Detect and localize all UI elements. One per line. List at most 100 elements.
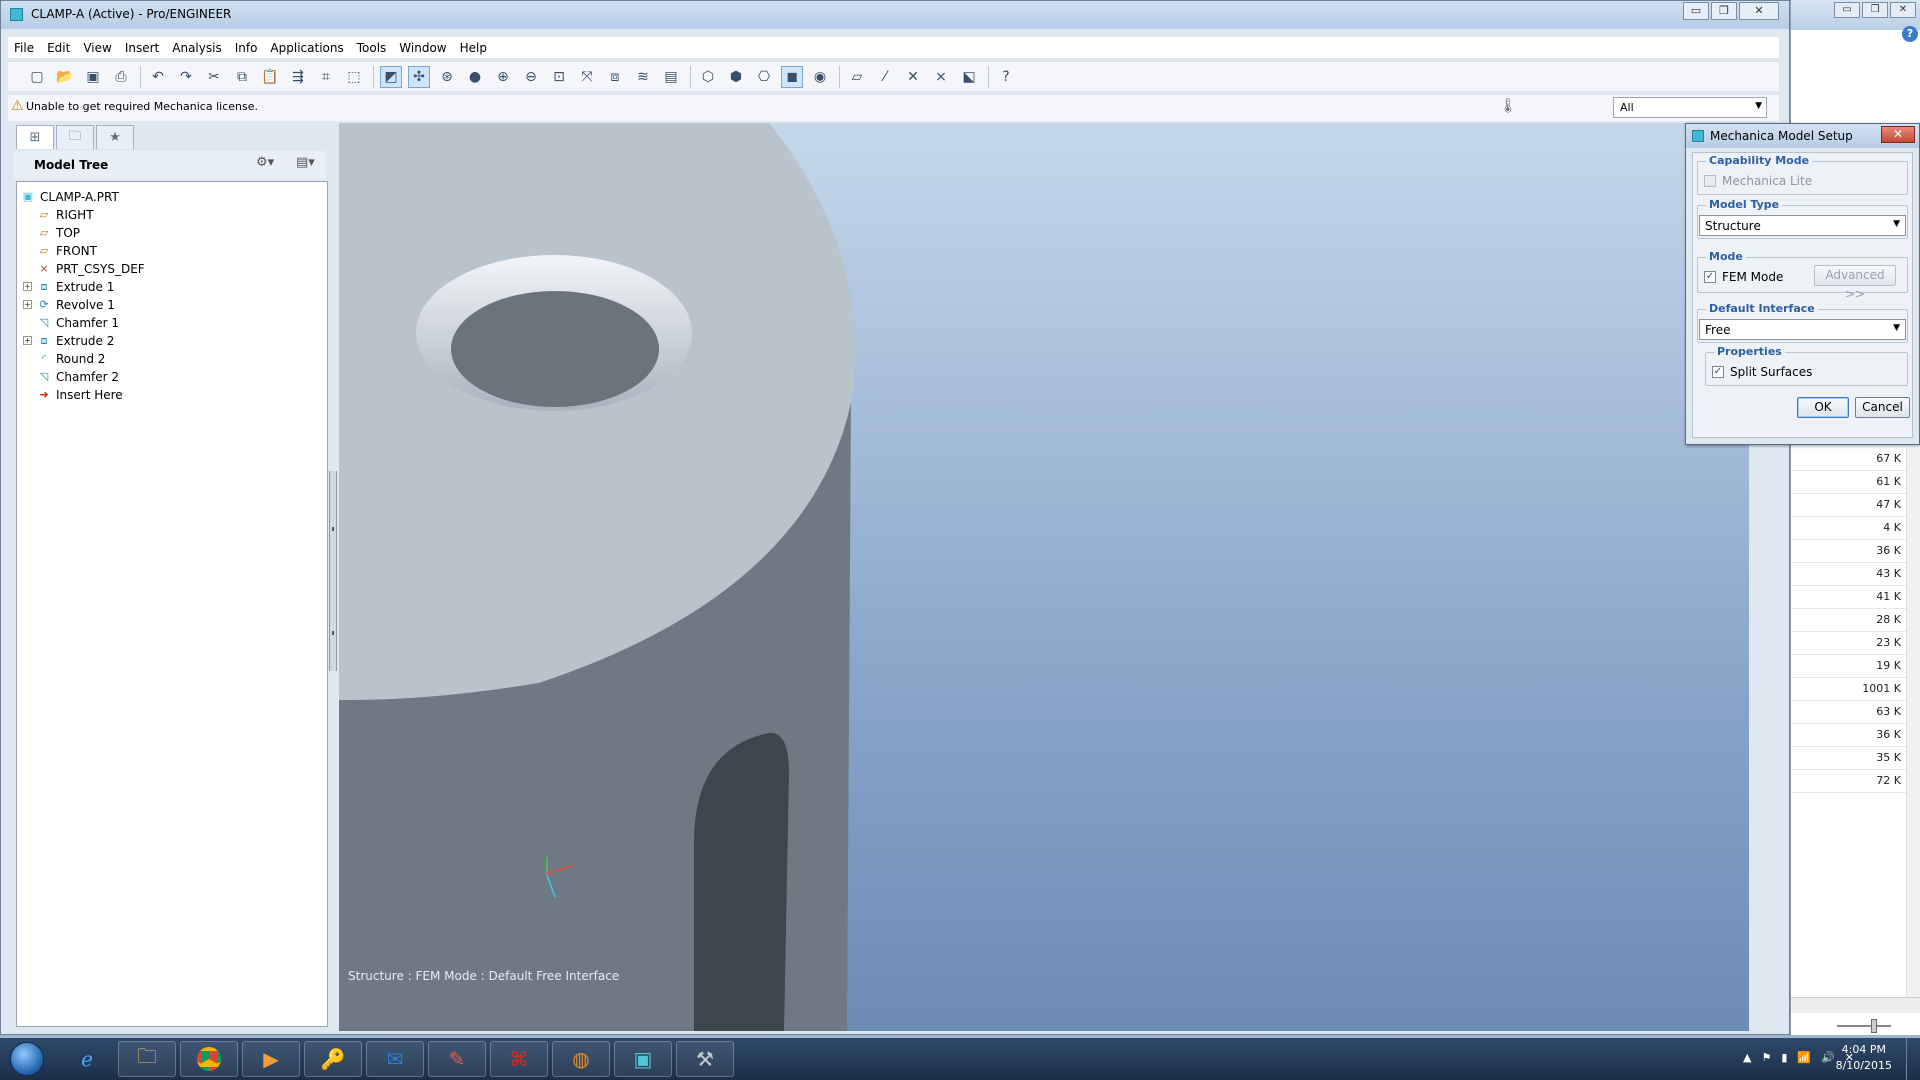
zoom-out-icon[interactable]: ⊖ — [520, 66, 542, 88]
background-hscrollbar[interactable] — [1791, 997, 1920, 1013]
new-icon[interactable]: ▢ — [26, 66, 48, 88]
list-item[interactable]: 61 K — [1791, 471, 1907, 494]
datum-axes-icon[interactable]: ⁄ — [874, 66, 896, 88]
expand-icon[interactable]: + — [23, 336, 32, 345]
expand-icon[interactable]: + — [23, 300, 32, 309]
list-item[interactable]: 35 K — [1791, 747, 1907, 770]
shading-icon[interactable]: ● — [464, 66, 486, 88]
ok-button[interactable]: OK — [1797, 397, 1849, 418]
start-button[interactable] — [2, 1039, 52, 1079]
list-item[interactable]: 1001 K — [1791, 678, 1907, 701]
no-hidden-icon[interactable]: ⎔ — [753, 66, 775, 88]
battery-icon[interactable]: ▮ — [1781, 1051, 1787, 1064]
list-item[interactable]: 47 K — [1791, 494, 1907, 517]
tree-item[interactable]: + ⧈ Extrude 1 — [23, 278, 114, 295]
menu-info[interactable]: Info — [235, 41, 258, 55]
paste-icon[interactable]: 📋 — [259, 66, 281, 88]
fem-mode-checkbox[interactable]: ✓ FEM Mode — [1704, 270, 1783, 284]
tree-item[interactable]: ⨯ PRT_CSYS_DEF — [37, 260, 144, 277]
list-item[interactable]: 41 K — [1791, 586, 1907, 609]
keys-icon[interactable]: 🔑 — [304, 1041, 362, 1077]
cut-icon[interactable]: ✂ — [203, 66, 225, 88]
volume-icon[interactable]: 🔊 — [1821, 1051, 1835, 1064]
system-clock[interactable]: 4:04 PM 8/10/2015 — [1836, 1042, 1892, 1074]
close-button[interactable]: ✕ — [1739, 2, 1779, 20]
acrobat-icon[interactable]: ⌘ — [490, 1041, 548, 1077]
tab-model-tree[interactable]: ⊞ — [16, 125, 54, 149]
menu-help[interactable]: Help — [460, 41, 487, 55]
list-item[interactable]: 67 K — [1791, 448, 1907, 471]
tree-item[interactable]: ◹ Chamfer 1 — [37, 314, 119, 331]
menu-view[interactable]: View — [83, 41, 111, 55]
tree-item[interactable]: ▱ FRONT — [37, 242, 97, 259]
tree-item[interactable]: ◹ Chamfer 2 — [37, 368, 119, 385]
datum-display-icon[interactable]: ◩ — [380, 65, 402, 88]
open-icon[interactable]: 📂 — [54, 66, 76, 88]
tree-item[interactable]: + ⧈ Extrude 2 — [23, 332, 114, 349]
minimize-button[interactable]: ▭ — [1683, 2, 1709, 20]
tab-favorites[interactable]: ★ — [96, 125, 134, 149]
minimize-icon[interactable]: ▭ — [1834, 2, 1860, 18]
list-item[interactable]: 36 K — [1791, 724, 1907, 747]
firefox-icon[interactable]: ◍ — [552, 1041, 610, 1077]
hidden-line-icon[interactable]: ⬢ — [725, 66, 747, 88]
show-hidden-icons[interactable]: ▲ — [1743, 1051, 1751, 1064]
wireframe-icon[interactable]: ⬡ — [697, 66, 719, 88]
list-item[interactable]: 28 K — [1791, 609, 1907, 632]
list-item[interactable]: 4 K — [1791, 517, 1907, 540]
annotation-icon[interactable]: ⬕ — [958, 66, 980, 88]
maximize-button[interactable]: ❐ — [1711, 2, 1737, 20]
restore-icon[interactable]: ❐ — [1862, 2, 1888, 18]
internet-explorer-icon[interactable]: ℯ — [58, 1041, 116, 1077]
csys-icon[interactable]: ⨯ — [930, 66, 952, 88]
regenerate-icon[interactable]: ⇶ — [287, 66, 309, 88]
model-type-select[interactable]: Structure ▼ — [1699, 215, 1906, 236]
undo-icon[interactable]: ↶ — [147, 66, 169, 88]
outlook-icon[interactable]: ✉ — [366, 1041, 424, 1077]
view-manager-icon[interactable]: ▤ — [660, 66, 682, 88]
redo-icon[interactable]: ↷ — [175, 66, 197, 88]
advanced-button[interactable]: Advanced >> — [1814, 265, 1896, 301]
dialog-close-button[interactable]: ✕ — [1881, 126, 1915, 143]
context-help-icon[interactable]: ? — [995, 66, 1017, 88]
menu-file[interactable]: File — [14, 41, 34, 55]
tree-item[interactable]: ➜ Insert Here — [37, 386, 122, 403]
close-icon[interactable]: ✕ — [1890, 2, 1916, 18]
list-item[interactable]: 63 K — [1791, 701, 1907, 724]
zoom-in-icon[interactable]: ⊕ — [492, 66, 514, 88]
paint-icon[interactable]: ✎ — [428, 1041, 486, 1077]
file-explorer-icon[interactable]: 🗀 — [118, 1041, 176, 1077]
print-icon[interactable]: ⎙ — [110, 66, 132, 88]
tree-item[interactable]: ◜ Round 2 — [37, 350, 106, 367]
graphics-window[interactable]: Structure : FEM Mode : Default Free Inte… — [339, 123, 1749, 1031]
appearance-icon[interactable]: ◉ — [809, 66, 831, 88]
tools-icon[interactable]: ⚒ — [676, 1041, 734, 1077]
tab-folder-browser[interactable]: 🗀 — [56, 125, 94, 149]
list-item[interactable]: 36 K — [1791, 540, 1907, 563]
spin-center-icon[interactable]: ✣ — [408, 65, 430, 88]
menu-applications[interactable]: Applications — [270, 41, 343, 55]
tree-item[interactable]: ▱ RIGHT — [37, 206, 94, 223]
list-item[interactable]: 72 K — [1791, 770, 1907, 793]
datum-points-icon[interactable]: ✕ — [902, 66, 924, 88]
tree-item[interactable]: ▱ TOP — [37, 224, 80, 241]
background-scrollbar[interactable] — [1906, 448, 1920, 998]
tree-item[interactable]: + ⟳ Revolve 1 — [23, 296, 115, 313]
zoom-slider[interactable] — [1831, 1017, 1911, 1033]
list-item[interactable]: 43 K — [1791, 563, 1907, 586]
menu-tools[interactable]: Tools — [357, 41, 387, 55]
settings-icon[interactable]: ⚙▾ — [256, 155, 274, 170]
refit-icon[interactable]: ⊡ — [548, 66, 570, 88]
shaded-icon[interactable]: ◼ — [781, 65, 803, 88]
orient-icon[interactable]: ⊛ — [436, 66, 458, 88]
menu-analysis[interactable]: Analysis — [172, 41, 221, 55]
list-item[interactable]: 23 K — [1791, 632, 1907, 655]
reorient-icon[interactable]: ⤧ — [576, 66, 598, 88]
interface-select[interactable]: Free ▼ — [1699, 319, 1906, 340]
menu-insert[interactable]: Insert — [125, 41, 159, 55]
media-player-icon[interactable]: ▶ — [242, 1041, 300, 1077]
cancel-button[interactable]: Cancel — [1855, 397, 1910, 418]
find-icon[interactable]: ⌗ — [315, 66, 337, 88]
select-box-icon[interactable]: ⬚ — [343, 66, 365, 88]
proengineer-icon[interactable]: ▣ — [614, 1041, 672, 1077]
